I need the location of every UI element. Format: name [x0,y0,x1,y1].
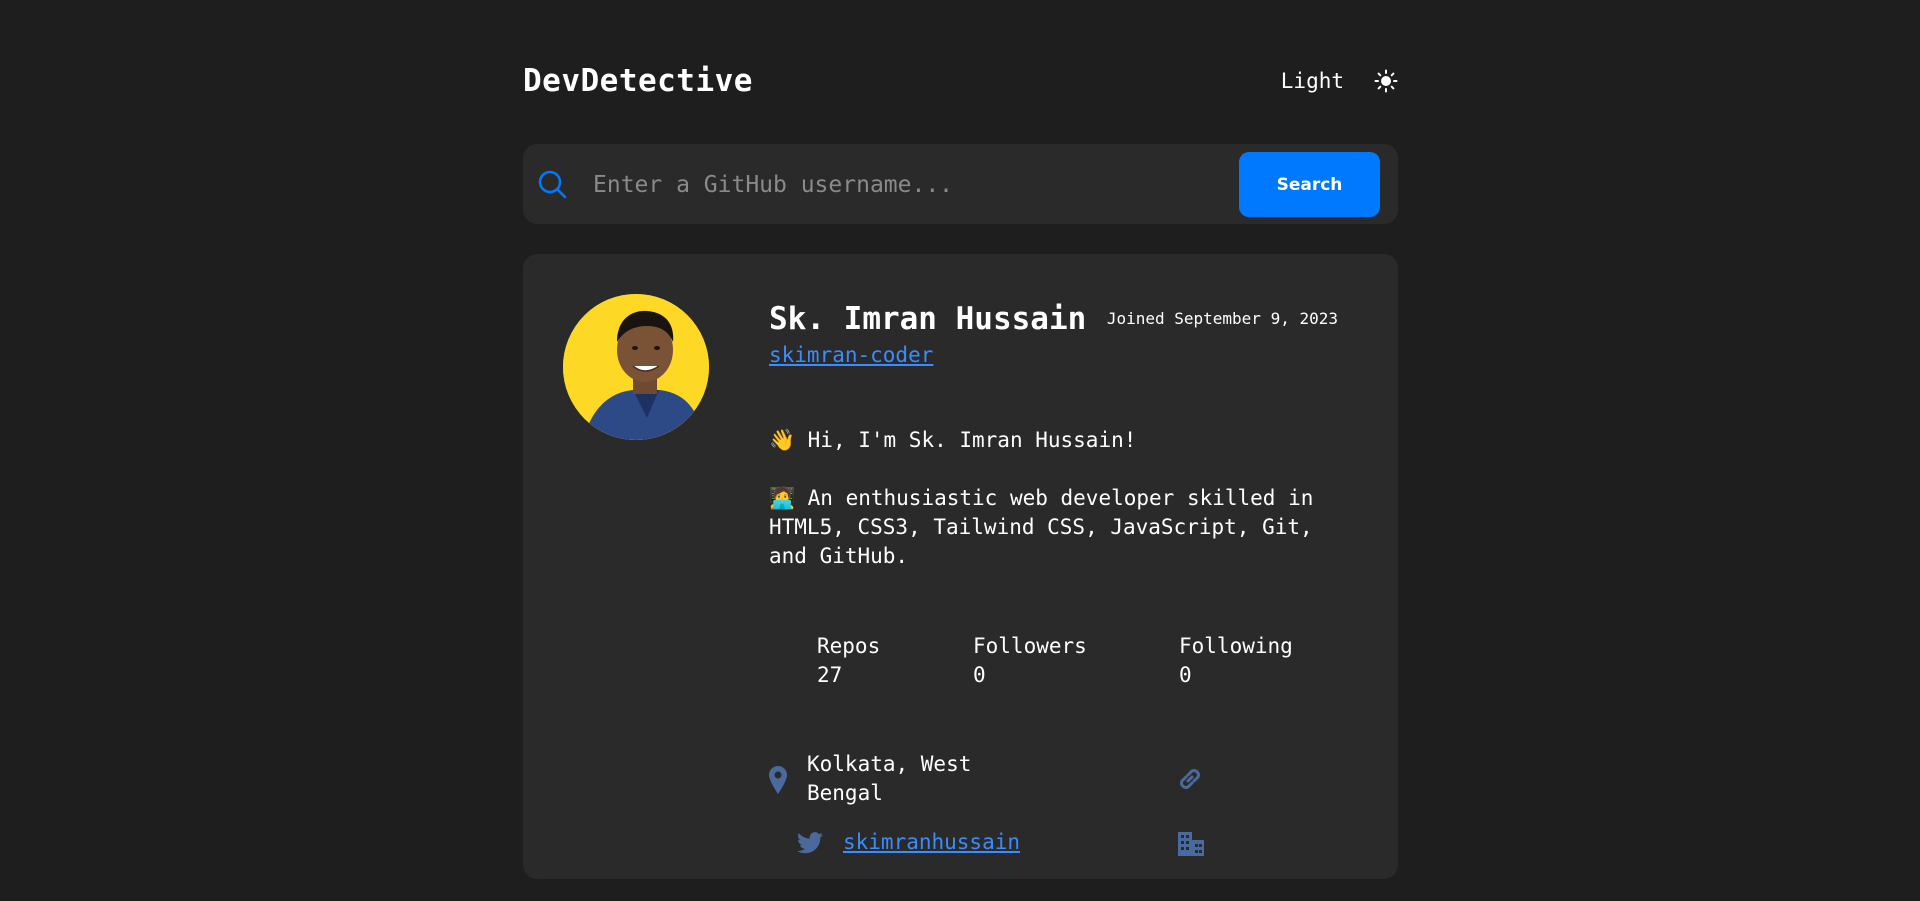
theme-label: Light [1280,69,1344,93]
bio-text-greeting: Hi, I'm Sk. Imran Hussain! [807,428,1137,452]
stat-label: Repos [817,634,881,658]
profile-card: Sk. Imran Hussain Joined September 9, 20… [523,254,1398,879]
profile-bio: 👋 Hi, I'm Sk. Imran Hussain! 🧑‍💻 An enth… [769,426,1339,600]
stat-followers: Followers 0 [973,632,1087,690]
stat-value: 0 [1179,663,1192,687]
header: DevDetective Light [523,58,1398,104]
twitter-link[interactable]: skimranhussain [843,828,1020,857]
bio-text-description: An enthusiastic web developer skilled in… [769,486,1314,568]
bio-paragraph: 🧑‍💻 An enthusiastic web developer skille… [769,484,1339,571]
location-pin-icon [769,766,787,794]
avatar [563,294,709,440]
profile-stats: Repos 27 Followers 0 Following 0 [769,632,1339,712]
stat-label: Following [1179,634,1293,658]
app-title: DevDetective [523,63,753,99]
link-icon [1180,769,1200,789]
twitter-icon [797,832,823,854]
location-text: Kolkata, West Bengal [807,752,972,805]
stat-following: Following 0 [1179,632,1293,690]
wave-emoji: 👋 [769,428,796,452]
profile-username-link[interactable]: skimran-coder [769,340,933,370]
technologist-emoji: 🧑‍💻 [769,486,796,510]
search-bar: Search [523,144,1398,224]
building-icon [1178,832,1204,856]
stat-label: Followers [973,634,1087,658]
stat-value: 27 [817,663,843,687]
search-button[interactable]: Search [1239,152,1380,217]
joined-date: Joined September 9, 2023 [1106,309,1338,328]
stat-repos: Repos 27 [817,632,880,690]
search-input[interactable] [591,164,1195,206]
sun-icon [1374,69,1398,93]
search-icon [538,170,567,199]
profile-name: Sk. Imran Hussain [769,301,1087,337]
bio-paragraph: 👋 Hi, I'm Sk. Imran Hussain! [769,426,1339,455]
stat-value: 0 [973,663,986,687]
theme-toggle-button[interactable]: Light [1281,58,1398,104]
